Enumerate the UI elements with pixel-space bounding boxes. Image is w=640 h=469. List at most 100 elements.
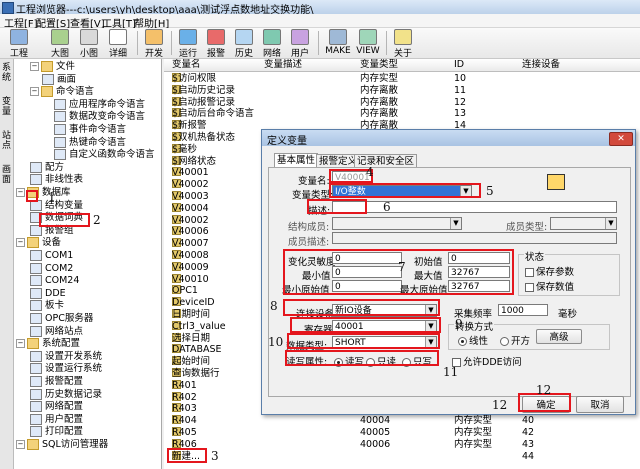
tree-item[interactable]: − 系统配置 <box>16 338 80 350</box>
large-icons-icon <box>51 29 69 45</box>
tree-item[interactable]: 网络站点 <box>30 325 84 338</box>
list-cell-text: V40010 <box>172 273 209 285</box>
col-header-id[interactable]: ID <box>454 59 464 71</box>
tree-item[interactable]: − 命令语言 <box>30 86 94 98</box>
toolbar-project-button[interactable]: 工程 <box>5 29 33 59</box>
close-icon[interactable]: ✕ <box>609 132 633 146</box>
tree-item[interactable]: − SQL访问管理器 <box>16 439 108 451</box>
side-tab-stations[interactable]: 站点 <box>1 131 12 151</box>
tree-item-label: 设置开发系统 <box>45 350 103 362</box>
expand-toggle-icon[interactable]: − <box>16 339 25 349</box>
tree-item-label: 事件命令语言 <box>69 124 127 135</box>
side-tab-system[interactable]: 系统 <box>1 63 12 83</box>
tree-item[interactable]: − 设备 <box>16 237 61 249</box>
member-type-select[interactable]: ▼ <box>550 217 617 230</box>
tree-item[interactable]: 热键命令语言 <box>54 136 126 149</box>
tree-item-label: 系统配置 <box>42 338 81 350</box>
tree-item[interactable]: − 文件 <box>30 61 75 73</box>
tab-basic[interactable]: 基本属性 <box>274 153 319 168</box>
list-row[interactable]: $启动报警记录 内存离散 12 <box>164 96 640 108</box>
variable-icon <box>547 174 565 190</box>
list-cell-text: V40008 <box>172 250 209 261</box>
tree-item-label: 网络站点 <box>45 325 84 337</box>
tree-item[interactable]: COM1 <box>30 250 73 262</box>
tree-item[interactable]: 打印配置 <box>30 426 83 438</box>
tree-item[interactable]: 用户配置 <box>30 413 83 426</box>
tree-item[interactable]: 网络配置 <box>30 401 83 413</box>
toolbar-user-button[interactable]: 用户 <box>286 29 314 59</box>
expand-toggle-icon[interactable]: − <box>16 188 25 197</box>
tree-item[interactable]: 设置运行系统 <box>30 363 102 375</box>
expand-toggle-icon[interactable]: − <box>30 87 39 97</box>
tree-item[interactable]: 配方 <box>30 161 65 174</box>
tree-item[interactable]: 设置开发系统 <box>30 350 103 363</box>
side-tab-variables[interactable]: 变量 <box>1 97 12 117</box>
list-cell-text: 40005 <box>360 427 391 438</box>
list-row[interactable]: 新建... 44 <box>164 450 640 462</box>
toolbar-develop-button[interactable]: 开发 <box>140 29 168 59</box>
side-tab-screens[interactable]: 画面 <box>1 165 12 185</box>
dde-access-checkbox[interactable]: 允许DDE访问 <box>452 354 522 368</box>
list-row[interactable]: R404 40004 内存实型 40 <box>164 415 640 426</box>
tree-item[interactable]: 画面 <box>42 73 76 86</box>
toolbar-small-icon-button[interactable]: 小图 <box>75 29 103 59</box>
item-icon <box>30 262 42 274</box>
list-row[interactable]: $访问权限 内存实型 10 <box>164 73 640 84</box>
col-header-device[interactable]: 连接设备 <box>522 59 560 71</box>
list-row[interactable]: $启动历史记录 内存离散 11 <box>164 84 640 96</box>
tree-item[interactable]: 板卡 <box>30 300 64 312</box>
expand-toggle-icon[interactable]: − <box>16 238 25 248</box>
tree-item[interactable]: − 数据库 <box>16 187 71 199</box>
tree-item[interactable]: 历史数据记录 <box>30 388 102 401</box>
tree-item[interactable]: 报警配置 <box>30 376 83 388</box>
tree-item[interactable]: OPC服务器 <box>30 313 93 325</box>
item-icon <box>54 136 66 148</box>
toolbar-network-button[interactable]: 网络 <box>258 29 286 59</box>
tree-item[interactable]: 数据改变命令语言 <box>54 111 145 123</box>
toolbar-run-button[interactable]: 运行 <box>174 29 202 59</box>
col-header-name[interactable]: 变量名 <box>172 59 201 71</box>
toolbar-large-icon-button[interactable]: 大图 <box>46 29 74 59</box>
toolbar-make-button[interactable]: MAKE <box>322 29 354 57</box>
var-name-label: 变量名: <box>298 176 330 187</box>
tab-record-security[interactable]: 记录和安全区 <box>354 154 418 168</box>
item-icon <box>30 161 42 173</box>
expand-toggle-icon[interactable]: − <box>30 62 39 71</box>
save-value-checkbox[interactable]: 保存数值 <box>525 279 574 293</box>
tree-item[interactable]: 非线性表 <box>30 174 83 186</box>
save-param-checkbox[interactable]: 保存参数 <box>525 264 574 278</box>
tree-item[interactable]: 自定义函数命令语言 <box>54 149 155 161</box>
desc-field[interactable] <box>332 201 617 213</box>
toolbar-about-button[interactable]: 关于 <box>389 29 417 59</box>
member-desc-field[interactable] <box>332 232 617 244</box>
toolbar-history-button[interactable]: 历史 <box>230 29 258 59</box>
tree-item[interactable]: COM24 <box>30 275 79 287</box>
annotation-number: 6 <box>383 200 391 214</box>
list-row[interactable]: R405 40005 内存实型 42 <box>164 427 640 438</box>
linear-radio[interactable]: 线性 <box>458 333 488 347</box>
col-header-desc[interactable]: 变量描述 <box>264 59 302 71</box>
list-cell-text: R403 <box>172 403 197 415</box>
col-header-type[interactable]: 变量类型 <box>360 59 398 71</box>
tree-item-label: 配方 <box>45 161 65 173</box>
tree-item[interactable]: DDE <box>30 287 66 300</box>
tree-item[interactable]: COM2 <box>30 262 73 275</box>
toolbar-view-button[interactable]: VIEW <box>354 29 382 57</box>
list-row[interactable]: R406 40006 内存实型 43 <box>164 438 640 450</box>
expand-toggle-icon[interactable]: − <box>16 440 25 449</box>
side-tab-strip: 系统 变量 站点 画面 <box>0 59 14 469</box>
freq-field[interactable]: 1000 <box>498 304 548 316</box>
list-cell-text: 43 <box>522 438 535 450</box>
toolbar-alarm-button[interactable]: 报警 <box>202 29 230 59</box>
toolbar-details-button[interactable]: 详细 <box>104 29 132 59</box>
cancel-button[interactable]: 取消 <box>576 396 624 413</box>
struct-member-select[interactable]: ▼ <box>332 217 462 230</box>
list-row[interactable]: $启动后台命令语言 内存离散 13 <box>164 108 640 119</box>
sqrt-radio[interactable]: 开方 <box>500 333 530 347</box>
advanced-button[interactable]: 高级 <box>536 329 582 344</box>
folder-icon <box>27 338 39 350</box>
chevron-down-icon: ▼ <box>605 218 616 229</box>
list-cell-text: $毫秒 <box>172 143 198 155</box>
tree-item[interactable]: 事件命令语言 <box>54 124 126 136</box>
tree-item[interactable]: 应用程序命令语言 <box>54 98 145 111</box>
